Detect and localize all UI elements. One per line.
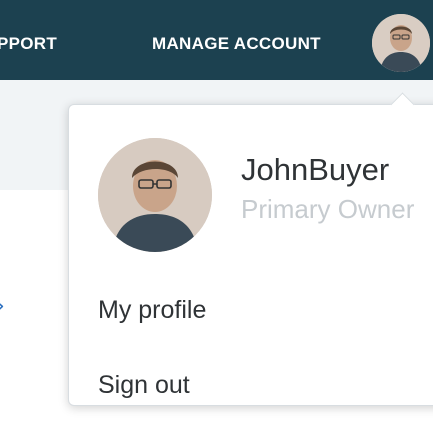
top-navigation-bar: PPORT MANAGE ACCOUNT — [0, 0, 433, 80]
chevron-right-icon: › — [0, 296, 5, 318]
header-avatar-button[interactable] — [372, 14, 430, 72]
menu-item-sign-out[interactable]: Sign out — [98, 371, 190, 400]
profile-role: Primary Owner — [241, 194, 415, 224]
nav-link-manage-account[interactable]: MANAGE ACCOUNT — [152, 34, 321, 54]
user-avatar-icon — [98, 138, 212, 252]
user-avatar-icon — [372, 14, 430, 72]
profile-avatar — [98, 138, 212, 252]
nav-link-support[interactable]: PPORT — [0, 34, 57, 54]
profile-username: JohnBuyer — [241, 152, 390, 187]
menu-item-my-profile[interactable]: My profile — [98, 296, 206, 325]
